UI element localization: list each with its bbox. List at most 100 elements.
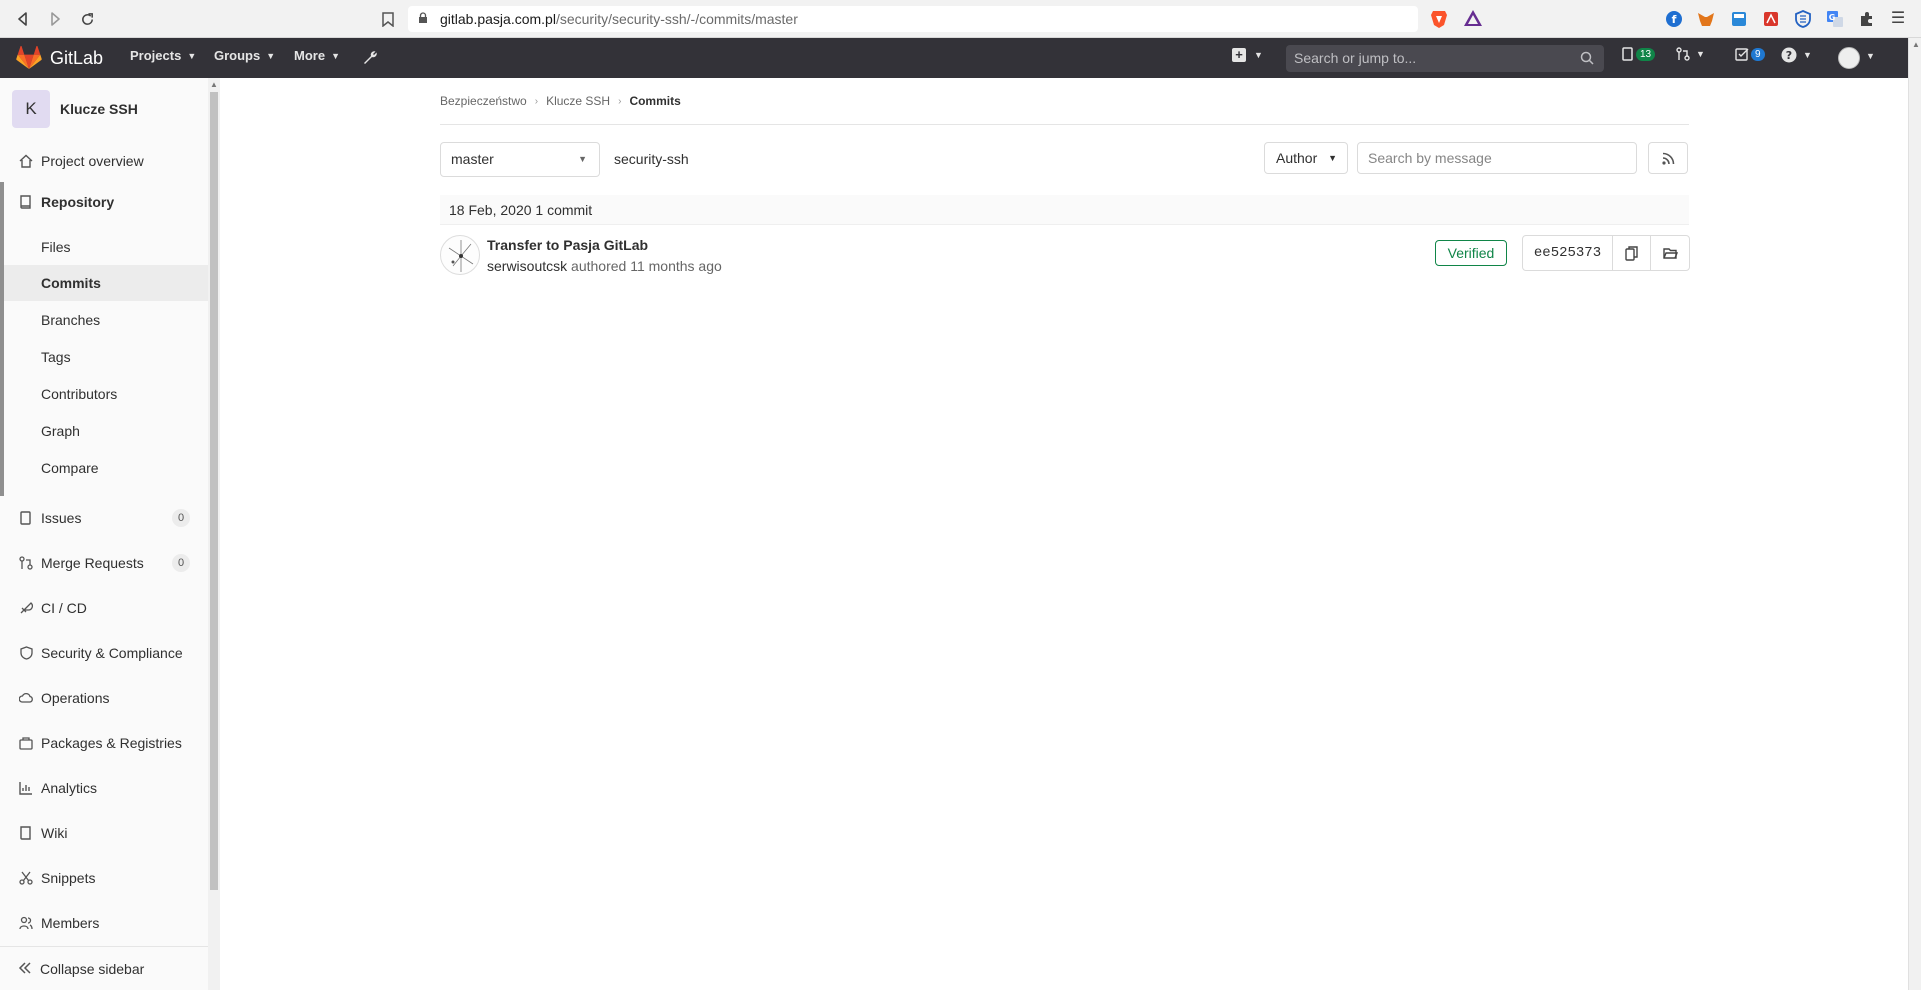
chevron-down-icon: ▼ [266,50,276,61]
sidebar-subitem-files[interactable]: Files [4,229,208,265]
repository-path[interactable]: security-ssh [614,151,689,167]
browse-files-button[interactable] [1651,236,1689,270]
gitlab-logo[interactable]: GitLab [16,46,103,70]
sidebar-item-packages[interactable]: Packages & Registries [0,725,208,761]
todos-button[interactable]: 9 [1735,47,1765,61]
sidebar-item-members[interactable]: Members [0,905,208,941]
sidebar-item-snippets[interactable]: Snippets [0,860,208,896]
sidebar-subitem-graph[interactable]: Graph [4,413,208,449]
translate-icon[interactable]: G [1825,9,1845,29]
gitlab-top-navigation: GitLab Projects ▼ Groups ▼ More ▼ + ▼ Searc… [0,38,1908,78]
extensions-puzzle-icon[interactable] [1857,9,1877,29]
rss-feed-button[interactable] [1648,142,1688,174]
sidebar-subitem-branches[interactable]: Branches [4,302,208,338]
breadcrumb-group[interactable]: Bezpieczeństwo [440,94,527,108]
reload-icon[interactable] [76,8,98,30]
merge-requests-menu[interactable]: ▼ [1676,47,1705,61]
browser-toolbar: gitlab.pasja.com.pl/security/security-ss… [0,0,1921,38]
breadcrumb: Bezpieczeństwo › Klucze SSH › Commits [440,94,681,108]
commit-list-item: Transfer to Pasja GitLab serwisoutcsk au… [440,226,1690,281]
package-icon [18,735,34,751]
brave-shield-icon[interactable] [1430,9,1450,29]
sidebar-item-project-overview[interactable]: Project overview [0,143,208,179]
sidebar-item-repository[interactable]: Repository [0,184,208,220]
commit-author-link[interactable]: serwisoutcsk [487,258,567,274]
chevron-down-icon: ▼ [1328,153,1337,163]
merge-requests-assigned[interactable]: 13 [1622,47,1656,61]
sidebar-subitem-tags[interactable]: Tags [4,339,208,375]
sidebar-item-cicd[interactable]: CI / CD [0,590,208,626]
groups-menu[interactable]: Groups ▼ [214,48,275,63]
sidebar-subitem-compare[interactable]: Compare [4,450,208,486]
sidebar-item-label: Project overview [41,153,144,169]
extension-board-icon[interactable] [1729,9,1749,29]
collapse-sidebar-button[interactable]: Collapse sidebar [0,946,208,990]
chevron-down-icon: ▼ [578,154,587,164]
sidebar-project-header[interactable]: K Klucze SSH [12,90,138,128]
help-icon: ? [1781,47,1797,63]
sidebar-item-operations[interactable]: Operations [0,680,208,716]
shield-extension-icon[interactable] [1793,9,1813,29]
commit-message-search-input[interactable]: Search by message [1357,142,1637,174]
author-filter-dropdown[interactable]: Author ▼ [1264,142,1348,174]
sidebar-item-security[interactable]: Security & Compliance [0,635,208,671]
back-icon[interactable] [12,8,34,30]
mr-count-badge: 0 [172,554,190,572]
pdf-extension-icon[interactable] [1761,9,1781,29]
chevron-down-icon: ▼ [1803,50,1812,60]
address-bar[interactable]: gitlab.pasja.com.pl/security/security-ss… [408,6,1418,32]
extension-f-icon[interactable]: f [1664,9,1684,29]
sidebar-item-issues[interactable]: Issues 0 [0,500,208,536]
folder-open-icon [1662,247,1678,259]
groups-menu-label: Groups [214,48,261,63]
sidebar-item-label: Repository [41,194,115,210]
scroll-up-icon: ▲ [1912,40,1920,49]
new-item-menu[interactable]: + ▼ [1232,48,1263,62]
more-menu-label: More [294,48,326,63]
sidebar-item-analytics[interactable]: Analytics [0,770,208,806]
sidebar-subitem-contributors[interactable]: Contributors [4,376,208,412]
mr-count-badge: 13 [1636,47,1656,61]
commit-author-avatar[interactable] [440,235,480,275]
chevron-down-icon[interactable]: ▼ [1866,51,1875,61]
sidebar-item-label: CI / CD [41,600,87,616]
chevron-down-icon: ▼ [187,50,197,61]
metamask-icon[interactable] [1696,9,1716,29]
brave-rewards-icon[interactable] [1463,9,1483,29]
branch-selector[interactable]: master ▼ [440,142,600,177]
help-menu[interactable]: ? ▼ [1781,47,1812,63]
gitlab-fox-icon [16,46,42,69]
sidebar-item-label: Snippets [41,870,96,886]
global-search-input[interactable]: Search or jump to... [1286,45,1604,72]
chevron-down-icon: ▼ [1696,49,1705,59]
breadcrumb-current[interactable]: Commits [629,94,680,108]
sidebar-item-wiki[interactable]: Wiki [0,815,208,851]
chart-icon [18,780,34,796]
commit-title-link[interactable]: Transfer to Pasja GitLab [487,237,648,253]
sidebar-item-label: Analytics [41,780,98,796]
user-avatar[interactable] [1838,47,1860,69]
copy-sha-button[interactable] [1613,236,1651,270]
projects-menu[interactable]: Projects ▼ [130,48,196,63]
users-icon [18,915,34,931]
admin-wrench-icon[interactable] [362,49,380,67]
sidebar-scrollbar-thumb[interactable] [210,92,218,890]
page-scrollbar[interactable]: ▲ [1908,38,1921,990]
sidebar-item-merge-requests[interactable]: Merge Requests 0 [0,545,208,581]
more-menu[interactable]: More ▼ [294,48,340,63]
sidebar-item-label: Operations [41,690,110,706]
sidebar-subitem-commits[interactable]: Commits [4,265,208,301]
forward-icon[interactable] [44,8,66,30]
issues-icon [1622,47,1633,61]
merge-request-icon [18,555,34,571]
chevron-right-icon: › [534,95,539,107]
breadcrumb-project[interactable]: Klucze SSH [546,94,610,108]
sidebar-scrollbar[interactable]: ▲ [208,78,220,990]
bookmark-icon[interactable] [378,9,398,29]
commit-sha-button[interactable]: ee525373 [1523,236,1613,270]
verified-badge[interactable]: Verified [1435,240,1507,266]
browser-menu-icon[interactable]: ☰ [1888,9,1908,29]
issues-icon [18,510,34,526]
gitlab-brand: GitLab [50,47,104,68]
shield-icon [18,645,34,661]
